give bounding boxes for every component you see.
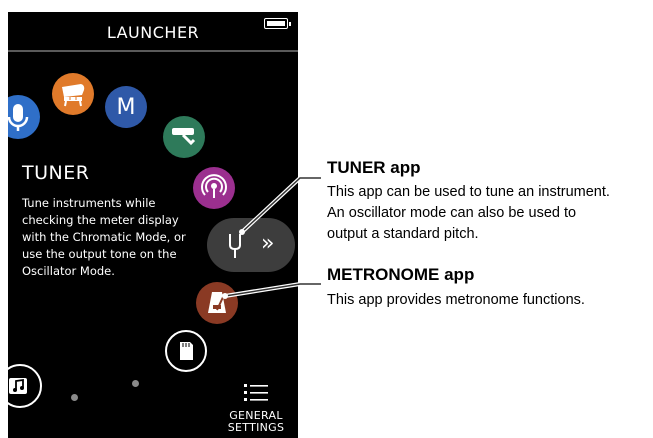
- tuner-callout-line-2: An oscillator mode can also be used to: [327, 205, 577, 221]
- metronome-callout-line-1: This app provides metronome functions.: [327, 292, 585, 308]
- tuner-callout-text: This app can be used to tune an instrume…: [327, 182, 653, 245]
- tuner-callout-dot: [239, 229, 245, 235]
- tuner-callout-line-1: This app can be used to tune an instrume…: [327, 184, 610, 200]
- metronome-callout-heading: METRONOME app: [327, 265, 475, 284]
- tuner-callout-line-3: output a standard pitch.: [327, 226, 479, 242]
- tuner-callout-line: [241, 177, 321, 233]
- tuner-callout-heading: TUNER app: [327, 158, 421, 177]
- tuner-callout-line: [240, 176, 321, 234]
- metronome-callout-dot: [222, 293, 228, 299]
- metronome-callout-text: This app provides metronome functions.: [327, 290, 653, 311]
